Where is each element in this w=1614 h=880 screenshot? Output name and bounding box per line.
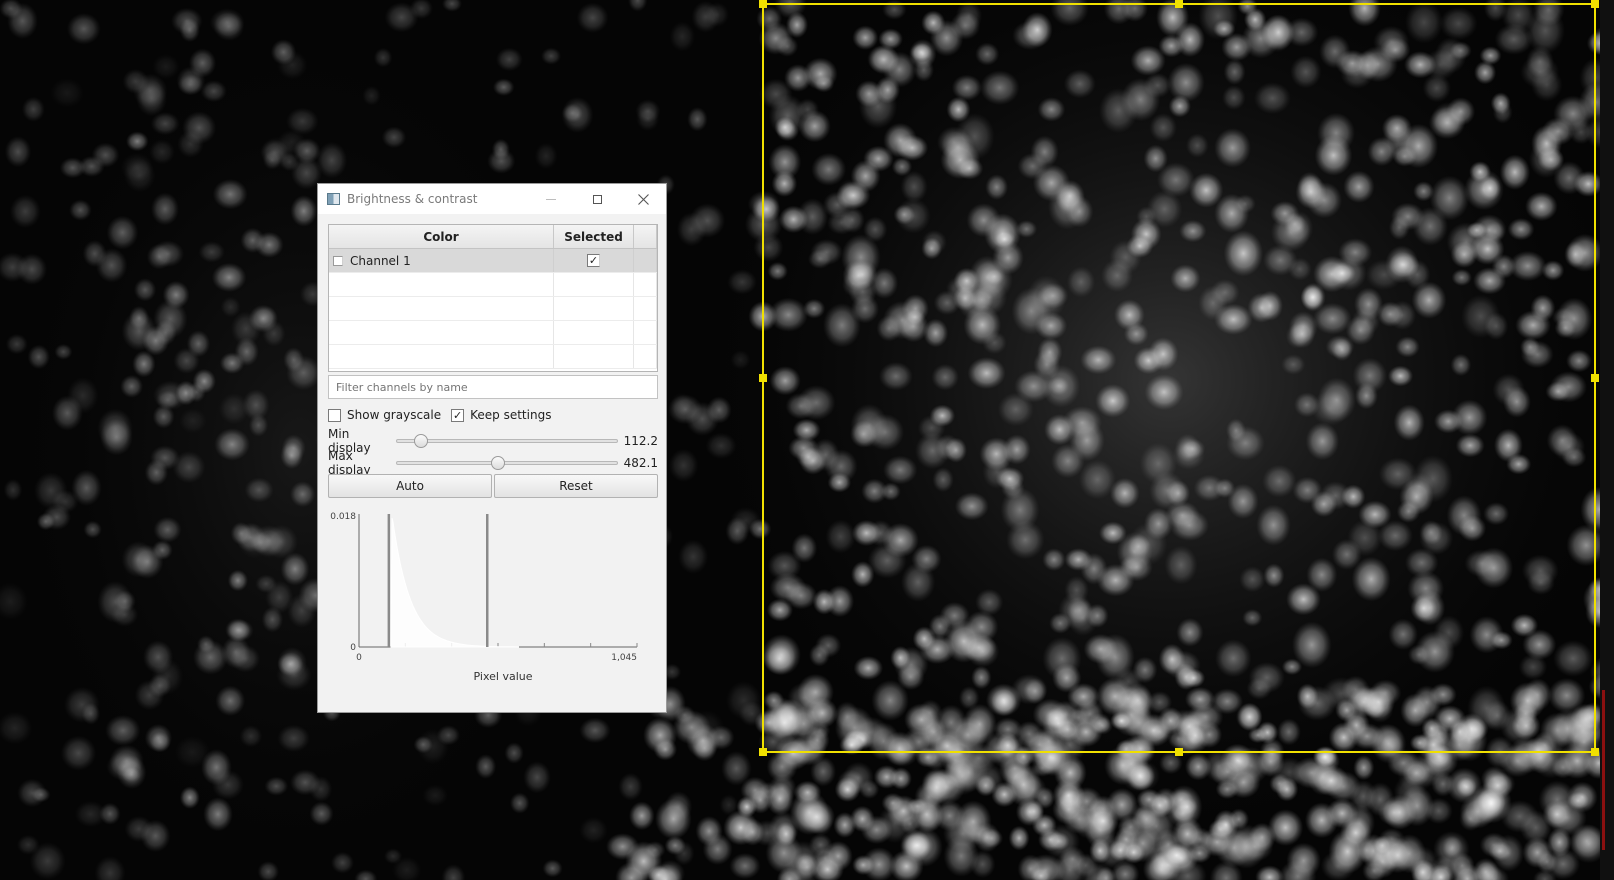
histogram-chart[interactable]: 0.018 0 0 1,045 Pixel value (328, 504, 658, 709)
channel-selected-checkbox[interactable]: ✓ (587, 254, 600, 267)
roi-handle-bottom-center[interactable] (1175, 748, 1183, 756)
roi-rectangle[interactable] (759, 0, 1599, 756)
column-header-selected[interactable]: Selected (554, 225, 634, 248)
min-display-row: Min display 112.2 (328, 427, 658, 455)
roi-handle-top-left[interactable] (759, 0, 767, 8)
max-display-value: 482.1 (623, 456, 658, 470)
max-display-row: Max display 482.1 (328, 449, 658, 477)
minimize-button[interactable] (528, 184, 574, 214)
reset-button[interactable]: Reset (494, 474, 658, 498)
roi-handle-bottom-right[interactable] (1591, 748, 1599, 756)
close-button[interactable] (620, 184, 666, 214)
minimize-icon (546, 198, 556, 200)
histogram-curve (390, 517, 520, 648)
channel-table: Color Selected Channel 1 ✓ (328, 224, 658, 372)
table-row-empty (329, 273, 657, 297)
histogram-x-min-label: 0 (356, 653, 362, 663)
close-icon (637, 193, 649, 205)
check-icon: ✓ (453, 408, 463, 422)
roi-handle-top-right[interactable] (1591, 0, 1599, 8)
dialog-title: Brightness & contrast (347, 192, 478, 206)
check-icon: ✓ (588, 254, 599, 267)
dialog-titlebar[interactable]: Brightness & contrast (318, 184, 666, 214)
channel-color-swatch[interactable] (333, 255, 343, 266)
table-cell-empty (634, 249, 657, 272)
column-header-empty (634, 225, 657, 248)
max-display-slider[interactable] (396, 456, 618, 470)
filter-channels-input[interactable] (328, 375, 658, 399)
brightness-contrast-dialog: Brightness & contrast Color Selected Cha… (317, 183, 667, 713)
table-row[interactable]: Channel 1 ✓ (329, 249, 657, 273)
roi-handle-top-center[interactable] (1175, 0, 1183, 8)
table-row-empty (329, 345, 657, 369)
channel-selected-cell: ✓ (554, 249, 634, 272)
max-display-label: Max display (328, 449, 371, 477)
auto-button[interactable]: Auto (328, 474, 492, 498)
histogram-y-max-label: 0.018 (330, 512, 356, 522)
keep-settings-checkbox[interactable]: ✓ (451, 408, 465, 422)
app-icon (327, 193, 340, 205)
max-display-slider-thumb[interactable] (491, 456, 506, 470)
min-display-slider[interactable] (396, 434, 618, 448)
channel-color-cell: Channel 1 (329, 249, 554, 272)
histogram-x-axis-label: Pixel value (474, 670, 533, 683)
column-header-color[interactable]: Color (329, 225, 554, 248)
auto-reset-buttons: Auto Reset (328, 474, 658, 498)
table-row-empty (329, 321, 657, 345)
min-display-value: 112.2 (623, 434, 658, 448)
options-row: Show grayscale ✓ Keep settings (328, 408, 561, 422)
maximize-button[interactable] (574, 184, 620, 214)
min-display-slider-thumb[interactable] (413, 434, 428, 448)
histogram-y-min-label: 0 (350, 643, 356, 653)
channel-name: Channel 1 (350, 253, 411, 268)
table-header: Color Selected (329, 225, 657, 249)
table-row-empty (329, 297, 657, 321)
maximize-icon (592, 194, 602, 204)
show-grayscale-checkbox[interactable] (328, 408, 341, 422)
roi-handle-bottom-left[interactable] (759, 748, 767, 756)
roi-handle-middle-left[interactable] (759, 374, 767, 382)
roi-handle-middle-right[interactable] (1591, 374, 1599, 382)
keep-settings-label: Keep settings (470, 408, 552, 422)
show-grayscale-label: Show grayscale (347, 408, 442, 422)
viewer-edge-strip (1600, 0, 1614, 880)
histogram-x-max-label: 1,045 (611, 653, 637, 663)
